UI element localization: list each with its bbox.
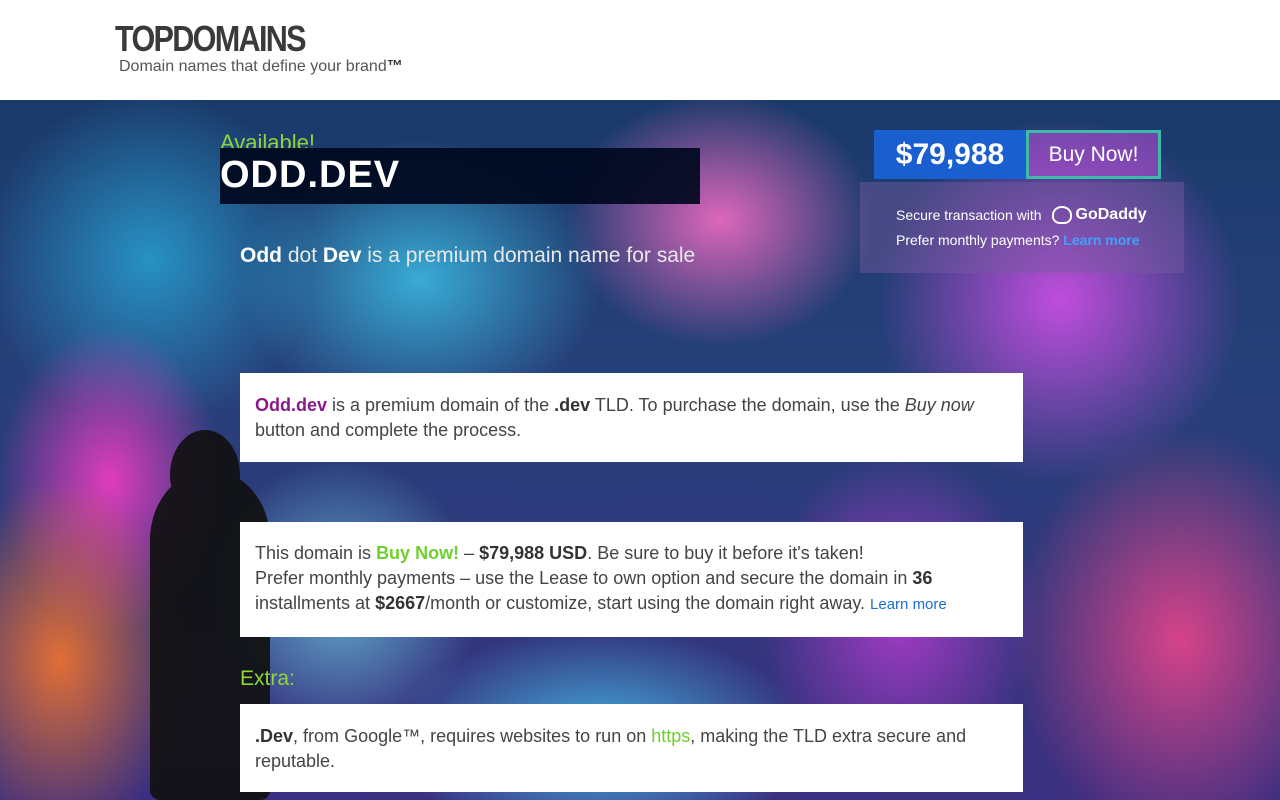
domain-title: ODD.DEV bbox=[220, 154, 401, 196]
card2-text1: This domain is bbox=[255, 543, 372, 563]
card1-buy-now: Buy now bbox=[904, 395, 974, 415]
card1-domain: Odd.dev bbox=[255, 395, 328, 415]
extra-tld: .Dev bbox=[255, 726, 294, 746]
subtitle-word-odd: Odd bbox=[240, 244, 282, 267]
extra-google: Google™ bbox=[344, 726, 421, 746]
learn-more-link-card[interactable]: Learn more bbox=[870, 596, 947, 613]
card2-text5: /month or customize, start using the dom… bbox=[425, 593, 866, 613]
site-logo[interactable]: TOPDOMAINS bbox=[115, 18, 307, 60]
extra-https-link[interactable]: https bbox=[651, 726, 690, 746]
monthly-payments-text: Prefer monthly payments? bbox=[896, 232, 1060, 248]
tagline-trademark: ™ bbox=[386, 58, 403, 75]
tagline-text: Domain names that define your brand bbox=[119, 58, 387, 75]
secure-transaction-box: Secure transaction with GoDaddy Prefer m… bbox=[860, 182, 1184, 273]
card2-text4: installments at bbox=[255, 593, 371, 613]
site-tagline: Domain names that define your brand™ bbox=[119, 58, 403, 76]
info-card-pricing: This domain is Buy Now! – $79,988 USD. B… bbox=[240, 522, 1023, 637]
site-header: TOPDOMAINS Domain names that define your… bbox=[0, 0, 1280, 100]
price-display: $79,988 bbox=[874, 130, 1026, 179]
domain-subtitle: Odd dot Dev is a premium domain name for… bbox=[240, 244, 695, 268]
godaddy-icon bbox=[1051, 206, 1072, 224]
monthly-payments-line: Prefer monthly payments? Learn more bbox=[896, 232, 1140, 248]
godaddy-label: GoDaddy bbox=[1075, 206, 1147, 223]
learn-more-link-header[interactable]: Learn more bbox=[1063, 232, 1139, 248]
card2-text3: Prefer monthly payments – use the Lease … bbox=[255, 568, 908, 588]
info-card-extra: .Dev, from Google™, requires websites to… bbox=[240, 704, 1023, 792]
card1-text2: TLD. To purchase the domain, use the bbox=[594, 395, 900, 415]
subtitle-word-dev: Dev bbox=[322, 244, 362, 267]
buy-now-button[interactable]: Buy Now! bbox=[1026, 130, 1161, 179]
card1-tld: .dev bbox=[554, 395, 591, 415]
godaddy-logo: GoDaddy bbox=[1051, 206, 1147, 224]
card1-text1: is a premium domain of the bbox=[332, 395, 550, 415]
extra-heading: Extra: bbox=[240, 667, 295, 690]
card2-months: 36 bbox=[912, 568, 933, 588]
card2-buy-now-link[interactable]: Buy Now! bbox=[376, 543, 459, 563]
card2-text2: . Be sure to buy it before it's taken! bbox=[587, 543, 864, 563]
extra-text1: , from bbox=[293, 726, 340, 746]
secure-transaction-text: Secure transaction with bbox=[896, 207, 1042, 223]
card2-monthly-price: $2667 bbox=[375, 593, 426, 613]
secure-transaction-line: Secure transaction with GoDaddy bbox=[896, 206, 1147, 224]
subtitle-rest: is a premium domain name for sale bbox=[367, 244, 696, 267]
card2-dash: – bbox=[464, 543, 475, 563]
card1-text3: button and complete the process. bbox=[255, 420, 522, 440]
card2-price: $79,988 USD bbox=[479, 543, 588, 563]
extra-text2: , requires websites to run on bbox=[420, 726, 647, 746]
info-card-purchase: Odd.dev is a premium domain of the .dev … bbox=[240, 373, 1023, 462]
subtitle-dot: dot bbox=[287, 244, 318, 267]
